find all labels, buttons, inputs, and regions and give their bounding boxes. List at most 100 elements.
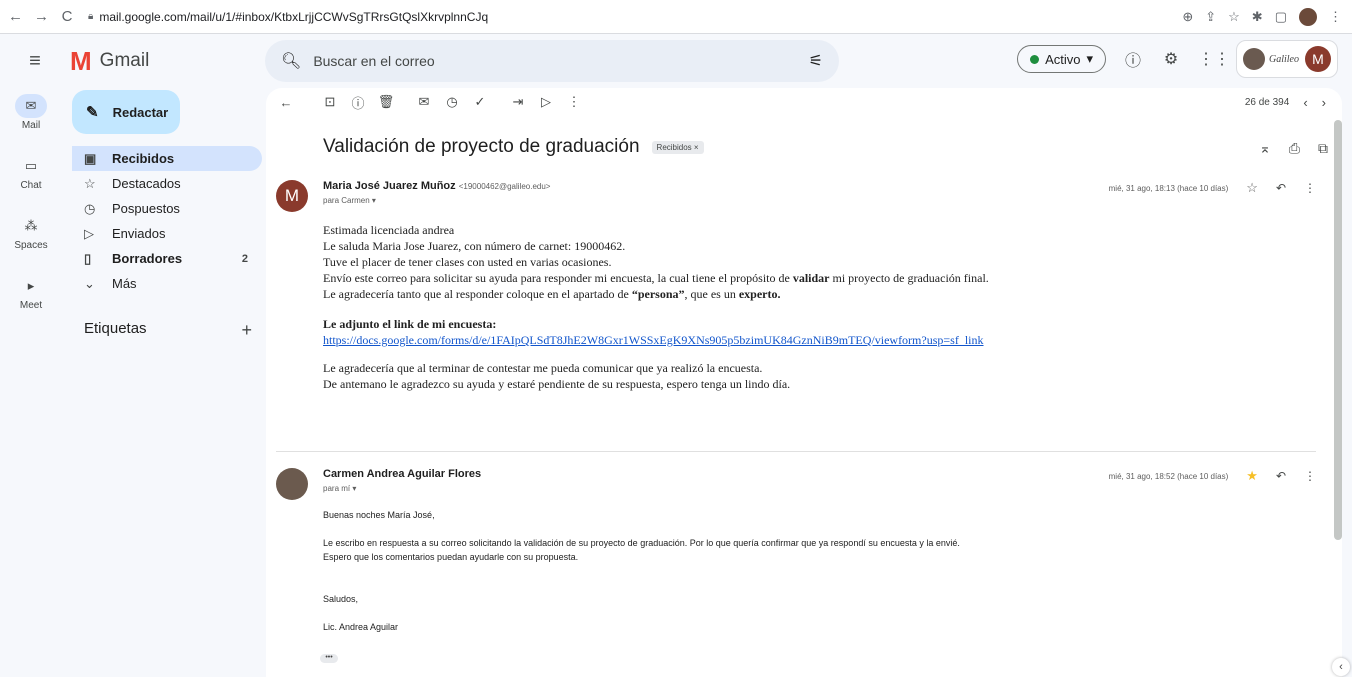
sender-avatar[interactable]: M xyxy=(276,180,308,212)
message-1: M Maria José Juarez Muñoz <19000462@gali… xyxy=(276,180,1316,480)
star-icon[interactable]: ☆ xyxy=(1246,180,1258,196)
sender-name[interactable]: Maria José Juarez Muñoz xyxy=(323,180,456,192)
bookmark-star-icon[interactable]: ☆ xyxy=(1228,9,1240,25)
label-chip[interactable]: Recibidos × xyxy=(651,140,704,154)
open-new-window-icon[interactable]: ⧉ xyxy=(1318,140,1328,157)
delete-icon[interactable]: 🗑︎ xyxy=(372,94,400,110)
zoom-icon[interactable]: ⊕ xyxy=(1182,9,1193,25)
browser-toolbar: ← → C 🔒︎ mail.google.com/mail/u/1/#inbox… xyxy=(0,0,1352,34)
body-line: De antemano le agradezco su ayuda y esta… xyxy=(323,377,791,391)
rail-label: Mail xyxy=(21,120,41,131)
show-trimmed-button[interactable]: ••• xyxy=(320,654,338,663)
move-to-icon[interactable]: ⇥ xyxy=(504,94,532,110)
search-input[interactable]: Buscar en el correo xyxy=(313,53,808,69)
pagination: 26 de 394 ‹ › xyxy=(1245,95,1326,110)
nav-label: Recibidos xyxy=(112,151,175,166)
nav-item-inbox[interactable]: ▣ Recibidos xyxy=(72,146,262,171)
account-avatar[interactable]: M xyxy=(1305,46,1331,72)
mark-unread-icon[interactable]: ✉ xyxy=(410,94,438,110)
account-switcher[interactable]: Galileo M xyxy=(1236,40,1338,78)
status-dot-icon xyxy=(1030,54,1040,64)
nav-label: Más xyxy=(112,276,137,291)
message-view: ← ⊡ ⓘ 🗑︎ ✉ ◷ ✓ ⇥ ▷ ⋮ 26 de 394 ‹ › Valid… xyxy=(266,88,1342,677)
message-2: Carmen Andrea Aguilar Flores para mí ▾ m… xyxy=(276,468,1316,677)
browser-forward-icon[interactable]: → xyxy=(34,8,49,25)
nav-label: Borradores xyxy=(112,251,183,266)
browser-back-icon[interactable]: ← xyxy=(8,8,23,25)
status-dropdown[interactable]: Activo ▾ xyxy=(1017,45,1106,73)
link-heading: Le adjunto el link de mi encuesta: xyxy=(323,317,497,331)
archive-icon[interactable]: ⊡ xyxy=(316,94,344,110)
compose-button[interactable]: ✎ Redactar xyxy=(72,90,180,134)
message-date: mié, 31 ago, 18:13 (hace 10 días) xyxy=(1108,183,1229,193)
side-panel-toggle-icon[interactable]: ‹ xyxy=(1332,658,1350,676)
reply-icon[interactable]: ↶ xyxy=(1276,181,1286,195)
body-line: Le escribo en respuesta a su correo soli… xyxy=(323,538,960,548)
nav-item-snoozed[interactable]: ◷ Pospuestos xyxy=(72,196,262,221)
address-bar[interactable]: 🔒︎ mail.google.com/mail/u/1/#inbox/KtbxL… xyxy=(88,4,1182,30)
reply-icon[interactable]: ↶ xyxy=(1276,469,1286,483)
next-message-icon[interactable]: › xyxy=(1322,95,1326,110)
browser-menu-icon[interactable]: ⋮ xyxy=(1329,9,1342,25)
page-count: 26 de 394 xyxy=(1244,97,1290,108)
body-line: Envío este correo para solicitar su ayud… xyxy=(323,271,989,285)
more-options-icon[interactable]: ⋮ xyxy=(1304,181,1316,195)
nav-item-more[interactable]: ⌄ Más xyxy=(72,271,262,296)
chat-icon: ▭ xyxy=(24,158,38,173)
rail-item-chat[interactable]: ▭ Chat xyxy=(0,154,62,208)
body-line: Le agradecería tanto que al responder co… xyxy=(323,287,781,301)
message-body: Buenas noches María José, Le escribo en … xyxy=(323,508,960,634)
add-task-icon[interactable]: ✓ xyxy=(466,94,494,110)
rail-item-mail[interactable]: ✉ Mail xyxy=(0,94,62,148)
label-icon[interactable]: ▷ xyxy=(532,94,560,110)
search-icon[interactable]: 🔍︎ xyxy=(281,51,301,71)
nav-item-starred[interactable]: ☆ Destacados xyxy=(72,171,262,196)
back-arrow-icon[interactable]: ← xyxy=(272,95,300,110)
main-menu-icon[interactable]: ≡ xyxy=(0,50,70,73)
more-options-icon[interactable]: ⋮ xyxy=(1304,469,1316,483)
browser-profile-avatar[interactable] xyxy=(1299,7,1317,26)
nav-label: Pospuestos xyxy=(112,201,180,216)
body-line: Lic. Andrea Aguilar xyxy=(323,622,399,632)
url-text[interactable]: mail.google.com/mail/u/1/#inbox/KtbxLrjj… xyxy=(99,10,488,24)
recipients-toggle[interactable]: para Carmen ▾ xyxy=(323,196,376,205)
folder-nav: ▣ Recibidos ☆ Destacados ◷ Pospuestos ▷ … xyxy=(72,146,262,296)
help-icon[interactable]: ⓘ xyxy=(1122,47,1144,71)
more-options-icon[interactable]: ⋮ xyxy=(560,94,588,110)
print-icon[interactable]: ⎙ xyxy=(1289,140,1300,157)
recipients-toggle[interactable]: para mí ▾ xyxy=(323,484,356,493)
gmail-logo[interactable]: M Gmail xyxy=(70,46,265,77)
survey-link[interactable]: https://docs.google.com/forms/d/e/1FAIpQ… xyxy=(323,332,989,348)
chevron-down-icon: ▾ xyxy=(1086,51,1093,66)
sender-avatar[interactable] xyxy=(276,468,308,500)
rail-item-spaces[interactable]: ⁂ Spaces xyxy=(0,214,62,268)
sender-name[interactable]: Carmen Andrea Aguilar Flores xyxy=(323,468,481,480)
search-options-icon[interactable]: ⚟ xyxy=(809,51,823,71)
scrollbar[interactable] xyxy=(1334,120,1342,540)
collapse-all-icon[interactable]: ⌅ xyxy=(1259,140,1271,157)
body-line: Saludos, xyxy=(323,594,359,604)
rail-item-meet[interactable]: ▸ Meet xyxy=(0,274,62,328)
settings-gear-icon[interactable]: ⚙ xyxy=(1160,49,1182,69)
apps-grid-icon[interactable]: ⋮⋮ xyxy=(1198,49,1230,69)
report-spam-icon[interactable]: ⓘ xyxy=(344,93,372,112)
body-line: Buenas noches María José, xyxy=(323,510,435,520)
sidepanel-icon[interactable]: ▢ xyxy=(1275,9,1287,25)
thread-subject-row: Validación de proyecto de graduación Rec… xyxy=(323,136,704,158)
extensions-icon[interactable]: ✱ xyxy=(1252,9,1263,25)
snooze-icon[interactable]: ◷ xyxy=(438,94,466,110)
message-date: mié, 31 ago, 18:52 (hace 10 días) xyxy=(1108,471,1229,481)
prev-message-icon[interactable]: ‹ xyxy=(1303,95,1307,110)
status-label: Activo xyxy=(1045,51,1081,67)
lock-icon: 🔒︎ xyxy=(88,11,94,22)
add-label-icon[interactable]: + xyxy=(241,320,252,341)
compose-label: Redactar xyxy=(112,104,169,120)
nav-item-drafts[interactable]: ▯ Borradores 2 xyxy=(72,246,262,271)
sender-line: Maria José Juarez Muñoz <19000462@galile… xyxy=(323,180,550,192)
star-filled-icon[interactable]: ★ xyxy=(1246,468,1258,484)
share-icon[interactable]: ⇪ xyxy=(1205,9,1216,25)
search-bar[interactable]: 🔍︎ Buscar en el correo ⚟ xyxy=(265,40,839,82)
nav-item-sent[interactable]: ▷ Enviados xyxy=(72,221,262,246)
browser-reload-icon[interactable]: C xyxy=(60,8,74,25)
rail-label: Chat xyxy=(20,180,42,191)
